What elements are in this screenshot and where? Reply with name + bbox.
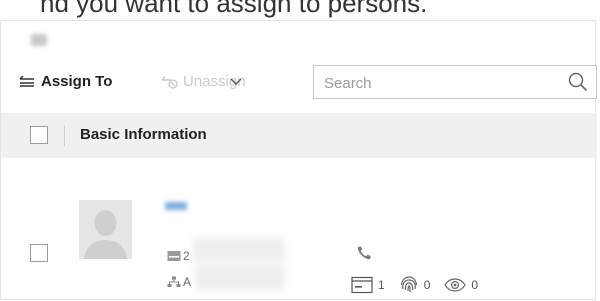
table-header-row: Basic Information	[1, 113, 597, 158]
person-silhouette-icon	[79, 200, 132, 259]
eye-icon	[444, 278, 467, 292]
assign-icon	[19, 75, 34, 87]
top-caption-text: nd you want to assign to persons.	[40, 0, 428, 18]
search-input[interactable]	[314, 66, 566, 100]
assign-to-label: Assign To	[41, 72, 113, 90]
phone-icon	[357, 246, 371, 260]
toolbar: Assign To Unassign	[1, 61, 597, 101]
organization-value-blurred	[195, 264, 285, 290]
assign-to-button[interactable]: Assign To	[17, 69, 112, 93]
iris-count-value: 0	[471, 278, 479, 292]
iris-count: 0	[444, 278, 478, 292]
organization-icon	[167, 276, 181, 287]
fingerprint-count-value: 0	[423, 278, 431, 292]
table-row[interactable]: 2 A 1 0 0	[1, 158, 597, 301]
card-count: 1	[351, 276, 385, 294]
id-card-icon	[167, 251, 181, 261]
card-count-value: 1	[378, 278, 385, 292]
header-divider	[64, 125, 65, 146]
search-icon[interactable]	[568, 72, 588, 92]
chevron-down-icon	[230, 78, 242, 85]
card-icon	[351, 276, 373, 294]
select-all-checkbox[interactable]	[30, 126, 48, 144]
basic-information-header: Basic Information	[80, 126, 207, 143]
id-value-blurred	[193, 238, 285, 262]
credential-counts: 1 0 0	[351, 273, 492, 297]
row-checkbox[interactable]	[30, 244, 48, 262]
avatar	[79, 200, 132, 259]
more-dropdown-button[interactable]	[229, 69, 245, 93]
panel-title-blurred	[31, 34, 47, 46]
organization-prefix: A	[183, 275, 192, 289]
person-name-blurred[interactable]	[165, 202, 187, 210]
search-box	[313, 65, 597, 100]
unassign-icon	[161, 76, 178, 89]
id-prefix: 2	[183, 249, 190, 263]
fingerprint-count: 0	[399, 275, 431, 295]
person-assign-panel: Assign To Unassign Basic Informa	[0, 20, 597, 301]
top-caption-strip: nd you want to assign to persons.	[0, 0, 600, 20]
fingerprint-icon	[400, 276, 417, 293]
